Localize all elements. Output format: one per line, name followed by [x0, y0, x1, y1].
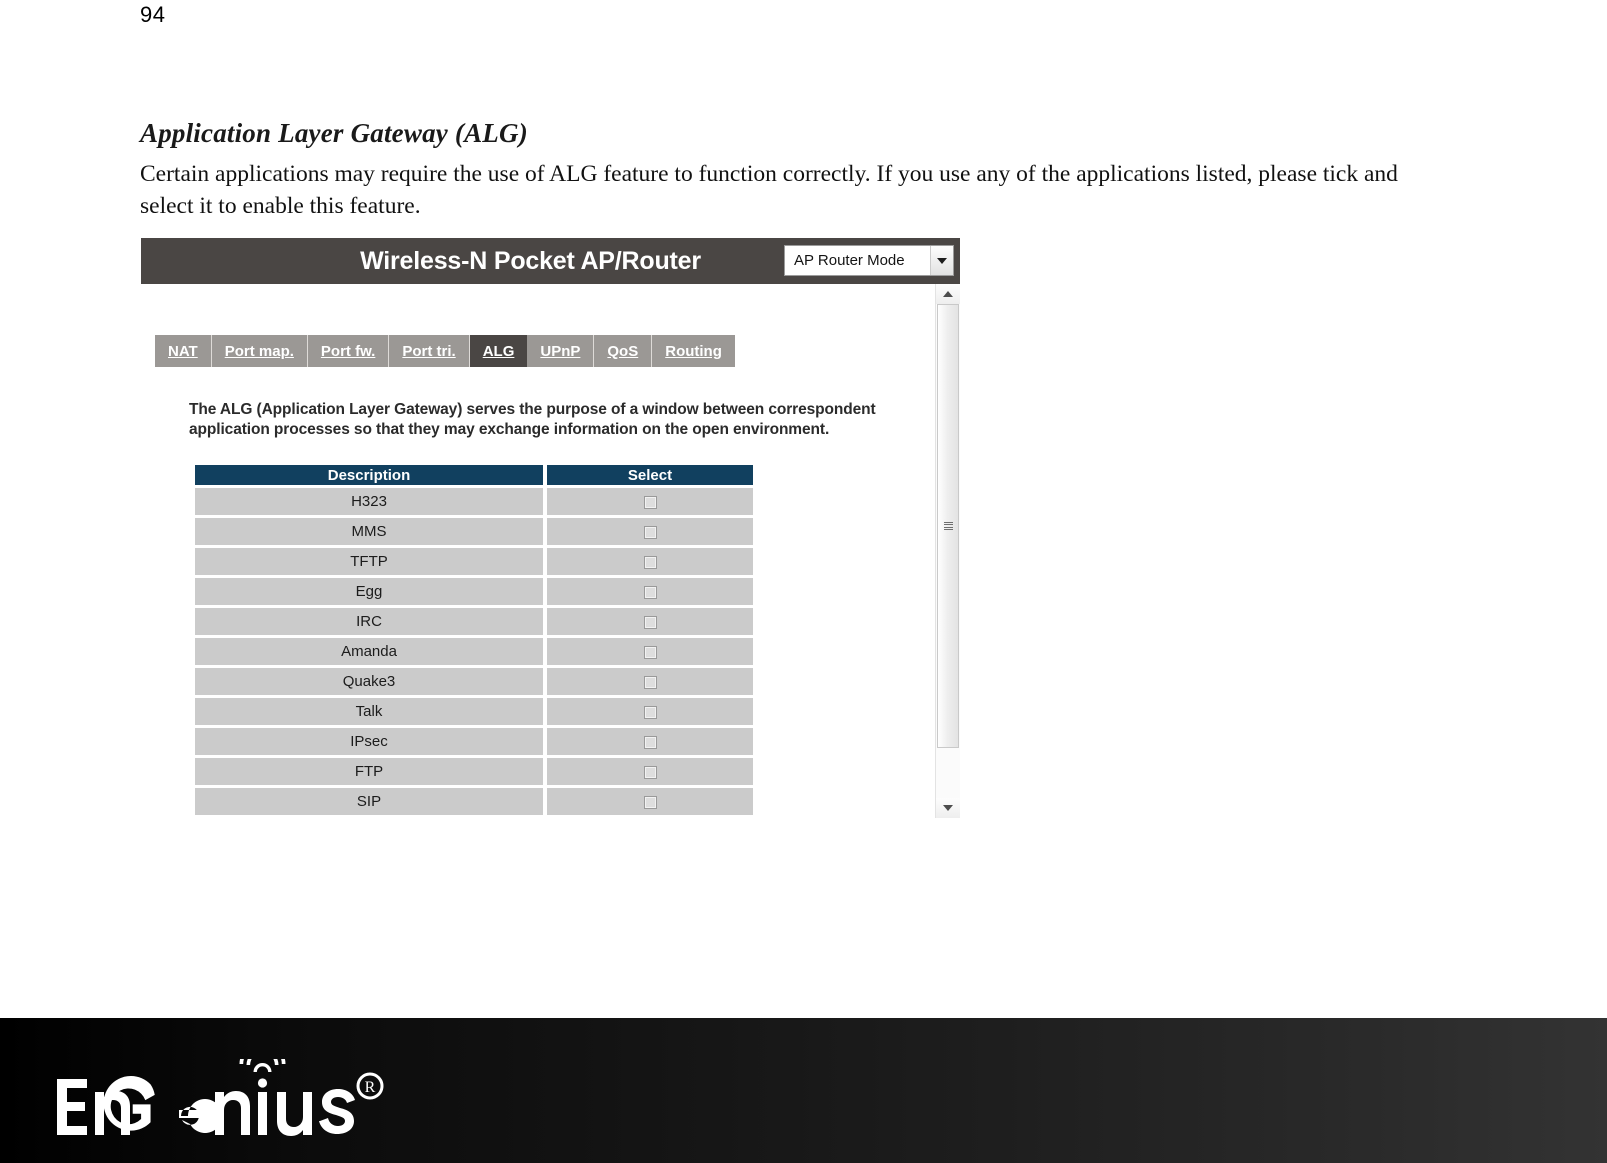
alg-select-cell[interactable]	[543, 698, 753, 725]
tab-label: ALG	[482, 342, 515, 360]
footer-bar: R	[0, 1018, 1607, 1163]
tab-label: QoS	[607, 342, 639, 360]
alg-select-cell[interactable]	[543, 668, 753, 695]
tab-nat[interactable]: NAT	[155, 335, 212, 367]
tab-label: Port tri.	[402, 342, 456, 360]
column-header-select: Select	[543, 465, 753, 485]
checkbox-h323[interactable]	[643, 495, 657, 509]
page-number: 94	[140, 2, 166, 27]
alg-table-body: H323 MMS TFTP Egg IRC Amanda Quake3 Talk…	[195, 488, 753, 815]
scrollbar-track[interactable]	[936, 304, 960, 798]
tab-label: UPnP	[540, 342, 581, 360]
table-row: IPsec	[195, 728, 753, 755]
tab-label: Routing	[665, 342, 722, 360]
alg-select-cell[interactable]	[543, 638, 753, 665]
router-ui-screenshot: Wireless-N Pocket AP/Router AP Router Mo…	[141, 238, 960, 818]
router-content-pane: NAT Port map. Port fw. Port tri. ALG UPn…	[141, 284, 935, 818]
table-row: FTP	[195, 758, 753, 785]
alg-table: Description Select H323 MMS TFTP Egg IRC…	[195, 462, 753, 818]
engenius-logo: R	[57, 1059, 384, 1136]
alg-select-cell[interactable]	[543, 758, 753, 785]
checkbox-sip[interactable]	[643, 795, 657, 809]
router-header-bar: Wireless-N Pocket AP/Router AP Router Mo…	[141, 238, 960, 284]
alg-select-cell[interactable]	[543, 578, 753, 605]
alg-name-cell: Amanda	[195, 638, 543, 665]
alg-name-cell: H323	[195, 488, 543, 515]
table-row: Amanda	[195, 638, 753, 665]
alg-name-cell: FTP	[195, 758, 543, 785]
table-row: Quake3	[195, 668, 753, 695]
scrollbar-thumb[interactable]	[937, 304, 959, 748]
alg-select-cell[interactable]	[543, 788, 753, 815]
alg-name-cell: IPsec	[195, 728, 543, 755]
checkbox-ipsec[interactable]	[643, 735, 657, 749]
checkbox-mms[interactable]	[643, 525, 657, 539]
scrollbar-grip-icon	[943, 521, 953, 531]
alg-name-cell: Egg	[195, 578, 543, 605]
chevron-down-icon[interactable]	[930, 246, 953, 275]
router-product-title: Wireless-N Pocket AP/Router	[360, 246, 701, 275]
table-row: Egg	[195, 578, 753, 605]
alg-name-cell: IRC	[195, 608, 543, 635]
table-row: Talk	[195, 698, 753, 725]
router-tab-strip: NAT Port map. Port fw. Port tri. ALG UPn…	[155, 335, 735, 367]
alg-select-cell[interactable]	[543, 518, 753, 545]
scroll-up-arrow-icon[interactable]	[936, 284, 960, 304]
operation-mode-select[interactable]: AP Router Mode	[784, 245, 954, 276]
table-row: TFTP	[195, 548, 753, 575]
checkbox-irc[interactable]	[643, 615, 657, 629]
checkbox-amanda[interactable]	[643, 645, 657, 659]
operation-mode-value: AP Router Mode	[794, 252, 905, 269]
checkbox-quake3[interactable]	[643, 675, 657, 689]
vertical-scrollbar[interactable]	[935, 284, 960, 818]
tab-routing[interactable]: Routing	[652, 335, 735, 367]
tab-port-map[interactable]: Port map.	[212, 335, 308, 367]
alg-select-cell[interactable]	[543, 548, 753, 575]
alg-name-cell: TFTP	[195, 548, 543, 575]
tab-port-tri[interactable]: Port tri.	[389, 335, 470, 367]
alg-name-cell: SIP	[195, 788, 543, 815]
router-body: NAT Port map. Port fw. Port tri. ALG UPn…	[141, 284, 960, 818]
svg-text:R: R	[365, 1079, 376, 1096]
section-paragraph: Certain applications may require the use…	[140, 161, 1398, 219]
alg-select-cell[interactable]	[543, 488, 753, 515]
checkbox-tftp[interactable]	[643, 555, 657, 569]
tab-alg[interactable]: ALG	[469, 335, 528, 367]
checkbox-ftp[interactable]	[643, 765, 657, 779]
page-title: Application Layer Gateway (ALG)	[140, 118, 528, 148]
tab-label: Port map.	[224, 342, 294, 360]
tab-qos[interactable]: QoS	[594, 335, 653, 367]
document-section: Application Layer Gateway (ALG) Certain …	[140, 118, 1440, 222]
alg-name-cell: Talk	[195, 698, 543, 725]
tab-label: Port fw.	[320, 342, 376, 360]
table-row: IRC	[195, 608, 753, 635]
alg-select-cell[interactable]	[543, 608, 753, 635]
tab-port-fw[interactable]: Port fw.	[308, 335, 390, 367]
checkbox-talk[interactable]	[643, 705, 657, 719]
alg-name-cell: Quake3	[195, 668, 543, 695]
tab-upnp[interactable]: UPnP	[527, 335, 595, 367]
checkbox-egg[interactable]	[643, 585, 657, 599]
table-row: H323	[195, 488, 753, 515]
alg-name-cell: MMS	[195, 518, 543, 545]
alg-description-text: The ALG (Application Layer Gateway) serv…	[189, 401, 876, 438]
alg-select-cell[interactable]	[543, 728, 753, 755]
tab-label: NAT	[168, 342, 198, 360]
scroll-down-arrow-icon[interactable]	[936, 798, 960, 818]
table-row: MMS	[195, 518, 753, 545]
table-header-row: Description Select	[195, 465, 753, 485]
alg-table-head: Description Select	[195, 465, 753, 485]
table-row: SIP	[195, 788, 753, 815]
column-header-description: Description	[195, 465, 543, 485]
